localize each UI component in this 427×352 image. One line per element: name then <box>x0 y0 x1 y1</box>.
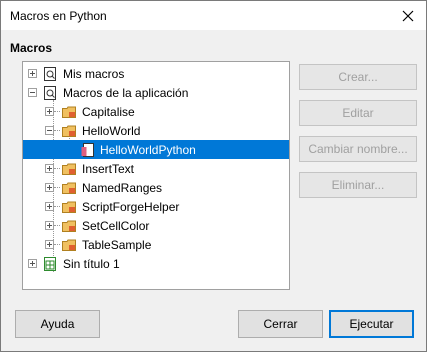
window-title: Macros en Python <box>10 9 107 23</box>
tree-item-label: TableSample <box>82 238 152 252</box>
tree-item-setcellcolor[interactable]: SetCellColor <box>23 216 289 235</box>
tree-item-mis-macros[interactable]: Mis macros <box>23 64 289 83</box>
tree-item-label: HelloWorldPython <box>100 143 196 157</box>
tree-item-inserttext[interactable]: InsertText <box>23 159 289 178</box>
tree-item-helloworld[interactable]: HelloWorld <box>23 121 289 140</box>
help-button[interactable]: Ayuda <box>15 310 100 338</box>
tree-item-label: Macros de la aplicación <box>63 86 189 100</box>
tree-item-label: Sin título 1 <box>63 257 120 271</box>
tree-item-sin-titulo-1[interactable]: Sin título 1 <box>23 254 289 273</box>
folder-icon <box>62 239 76 251</box>
title-bar: Macros en Python <box>1 1 426 30</box>
macro-library-icon <box>44 67 56 81</box>
macro-library-icon <box>44 86 56 100</box>
tree-item-capitalise[interactable]: Capitalise <box>23 102 289 121</box>
folder-icon <box>62 125 76 137</box>
tree-item-scriptforgehelper[interactable]: ScriptForgeHelper <box>23 197 289 216</box>
run-button[interactable]: Ejecutar <box>329 310 414 338</box>
expand-icon[interactable] <box>45 202 54 211</box>
tree-item-namedranges[interactable]: NamedRanges <box>23 178 289 197</box>
expand-icon[interactable] <box>28 259 37 268</box>
spreadsheet-document-icon <box>44 257 56 271</box>
tree-item-macros-de-la-aplicacion[interactable]: Macros de la aplicación <box>23 83 289 102</box>
expand-icon[interactable] <box>28 69 37 78</box>
folder-icon <box>62 201 76 213</box>
expand-icon[interactable] <box>45 221 54 230</box>
macro-tree[interactable]: Mis macros Macros de la aplicación Capit… <box>22 61 290 290</box>
tree-item-label: SetCellColor <box>82 219 150 233</box>
folder-icon <box>62 106 76 118</box>
close-icon <box>402 10 414 21</box>
tree-item-label: NamedRanges <box>82 181 163 195</box>
tree-item-label: Capitalise <box>82 105 135 119</box>
close-window-button[interactable] <box>390 1 426 30</box>
tree-item-helloworldpython[interactable]: HelloWorldPython <box>23 140 289 159</box>
expand-icon[interactable] <box>45 183 54 192</box>
expand-icon[interactable] <box>45 240 54 249</box>
macros-dialog: Macros en Python Macros Mis macros Macro… <box>0 0 427 352</box>
close-button[interactable]: Cerrar <box>238 310 323 338</box>
tree-item-label: ScriptForgeHelper <box>82 200 180 214</box>
expand-icon[interactable] <box>45 164 54 173</box>
folder-icon <box>62 182 76 194</box>
create-button[interactable]: Crear... <box>299 64 417 90</box>
collapse-icon[interactable] <box>45 126 54 135</box>
tree-item-label: InsertText <box>82 162 135 176</box>
expand-icon[interactable] <box>45 107 54 116</box>
edit-button[interactable]: Editar <box>299 100 417 126</box>
delete-button[interactable]: Eliminar... <box>299 172 417 198</box>
tree-item-label: Mis macros <box>63 67 125 81</box>
module-icon <box>81 143 94 157</box>
tree-item-tablesample[interactable]: TableSample <box>23 235 289 254</box>
folder-icon <box>62 220 76 232</box>
collapse-icon[interactable] <box>28 88 37 97</box>
macros-section-label: Macros <box>10 41 53 55</box>
folder-icon <box>62 163 76 175</box>
tree-item-label: HelloWorld <box>82 124 141 138</box>
rename-button[interactable]: Cambiar nombre... <box>299 136 417 162</box>
